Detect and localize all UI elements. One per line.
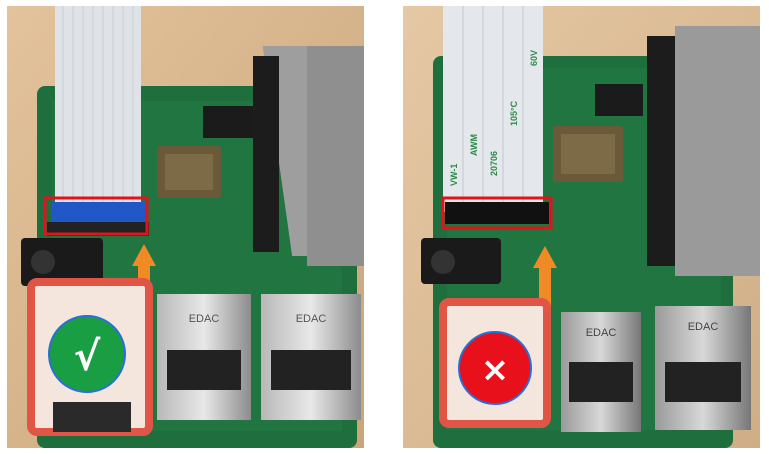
- usb-port-right: EDAC: [261, 294, 361, 420]
- cable-print-3: 20706: [489, 151, 499, 176]
- check-mark: √: [74, 334, 101, 380]
- connector-blue-tab: [51, 202, 145, 224]
- usb-port-label-right: EDAC: [688, 321, 719, 333]
- chip-small: [203, 106, 253, 138]
- cable-print-2: AWM: [469, 134, 479, 156]
- photo-incorrect-insertion: VW-1 AWM 20706 105°C 60V EDAC EDAC ×: [403, 6, 760, 448]
- ribbon-cable: VW-1 AWM 20706 105°C 60V: [443, 6, 543, 212]
- usb-port-label-right: EDAC: [296, 313, 327, 325]
- gpio-ribbon-cable: [647, 26, 760, 276]
- photo-correct-insertion: EDAC EDAC √: [7, 6, 364, 448]
- chip-small: [595, 84, 643, 116]
- cable-print-1: VW-1: [449, 164, 459, 186]
- ribbon-cable: [55, 6, 141, 206]
- cable-print-4: 105°C: [509, 100, 519, 126]
- cross-mark: ×: [481, 350, 510, 390]
- usb-port-label-left: EDAC: [189, 313, 220, 325]
- connector-socket: [445, 202, 549, 224]
- usb-port-left: EDAC: [561, 312, 641, 432]
- gpio-ribbon-cable: [253, 46, 364, 266]
- cable-print-5: 60V: [529, 50, 539, 66]
- usb-port-right: EDAC: [655, 306, 751, 430]
- usb-port-label-left: EDAC: [586, 327, 617, 339]
- usb-port-left: EDAC: [157, 294, 251, 420]
